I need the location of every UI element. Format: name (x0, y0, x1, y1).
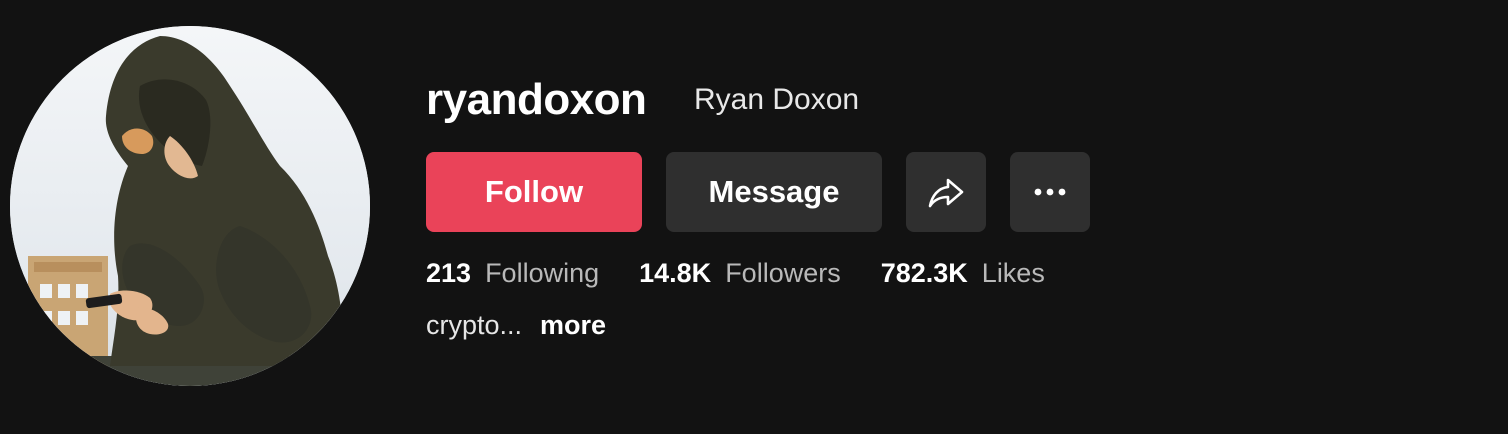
likes-stat: 782.3K Likes (881, 256, 1045, 290)
bio-text: crypto... (426, 310, 523, 340)
ellipsis-icon (1034, 188, 1066, 196)
message-button[interactable]: Message (666, 152, 882, 232)
bio-more-link[interactable]: more (540, 308, 606, 342)
following-label: Following (485, 258, 600, 288)
profile-stats: 213 Following 14.8K Followers 782.3K Lik… (426, 256, 1085, 290)
profile-nickname: Ryan Doxon (694, 83, 860, 116)
share-button[interactable] (906, 152, 986, 232)
message-button-label: Message (708, 174, 840, 209)
profile-avatar[interactable] (10, 26, 370, 386)
profile-bio: crypto... more (426, 308, 606, 342)
likes-label: Likes (981, 258, 1045, 288)
likes-count: 782.3K (880, 258, 968, 288)
following-stat[interactable]: 213 Following (426, 256, 599, 290)
followers-stat[interactable]: 14.8K Followers (639, 256, 841, 290)
profile-username: ryandoxon (426, 75, 647, 124)
avatar-photo (10, 26, 370, 386)
follow-button[interactable]: Follow (426, 152, 642, 232)
followers-count: 14.8K (639, 258, 712, 288)
followers-label: Followers (725, 258, 841, 288)
more-options-button[interactable] (1010, 152, 1090, 232)
follow-button-label: Follow (484, 174, 584, 209)
share-arrow-icon (928, 178, 964, 208)
following-count: 213 (426, 258, 472, 288)
